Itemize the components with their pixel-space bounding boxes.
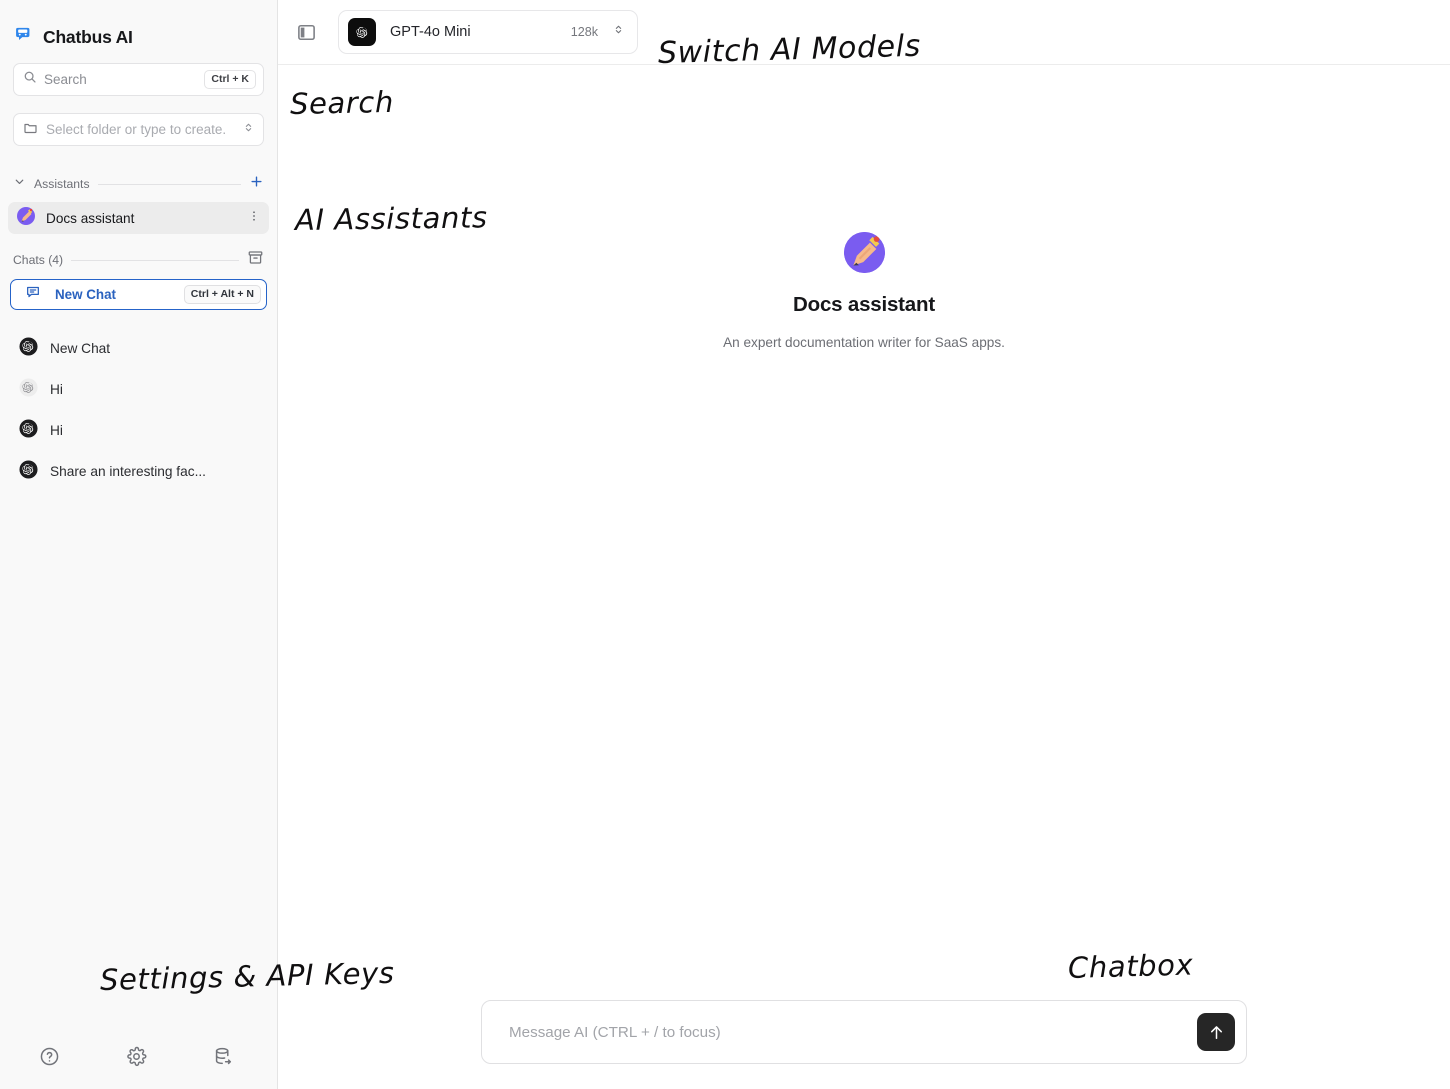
new-chat-label: New Chat — [55, 287, 117, 302]
chevron-up-down-icon — [612, 23, 625, 41]
divider — [71, 259, 239, 261]
model-selector[interactable]: GPT-4o Mini 128k — [338, 10, 638, 54]
empty-state: Docs assistant An expert documentation w… — [278, 232, 1450, 350]
list-item[interactable]: Share an interesting fac... — [0, 451, 277, 492]
search-shortcut-badge: Ctrl + K — [204, 69, 256, 90]
sidebar-item-docs-assistant[interactable]: Docs assistant — [8, 202, 269, 234]
plus-icon[interactable] — [249, 174, 264, 194]
writing-hand-avatar — [17, 206, 35, 230]
annotation-chatbox: Chatbox — [1067, 947, 1194, 985]
new-chat-button[interactable]: New Chat Ctrl + Alt + N — [10, 279, 267, 310]
brand-name: Chatbus AI — [43, 26, 133, 47]
divider — [97, 183, 241, 185]
folder-select-placeholder: Select folder or type to create. — [46, 122, 227, 137]
openai-logo-icon — [19, 418, 38, 443]
writing-hand-avatar — [843, 232, 885, 273]
chat-title: Share an interesting fac... — [50, 464, 206, 479]
sidebar-top-controls: Search Ctrl + K Select folder or type to… — [0, 56, 277, 146]
search-placeholder: Search — [44, 72, 87, 87]
new-chat-shortcut-badge: Ctrl + Alt + N — [183, 284, 261, 305]
help-circle-icon[interactable] — [38, 1045, 60, 1067]
bus-icon — [14, 25, 34, 50]
message-placeholder: Message AI (CTRL + / to focus) — [509, 1023, 721, 1041]
brand: Chatbus AI — [0, 0, 277, 56]
model-name: GPT-4o Mini — [390, 24, 471, 40]
assistant-description: An expert documentation writer for SaaS … — [723, 335, 1005, 350]
send-button[interactable] — [1197, 1013, 1235, 1051]
chats-section-header: Chats (4) — [0, 246, 277, 274]
archive-box-icon[interactable] — [247, 249, 264, 271]
assistant-name: Docs assistant — [46, 210, 135, 226]
chat-title: Hi — [50, 423, 63, 438]
chevron-up-down-icon — [242, 121, 255, 139]
openai-logo-icon — [19, 336, 38, 361]
model-context-badge: 128k — [570, 25, 598, 39]
sidebar: Chatbus AI Search Ctrl + K Select folder… — [0, 0, 278, 1089]
more-vertical-icon[interactable] — [247, 209, 261, 228]
search-input[interactable]: Search Ctrl + K — [13, 63, 264, 96]
openai-logo-icon — [19, 377, 38, 402]
assistants-label: Assistants — [34, 177, 90, 191]
composer-wrapper: Message AI (CTRL + / to focus) — [278, 1000, 1450, 1089]
message-square-icon — [25, 284, 41, 305]
folder-select[interactable]: Select folder or type to create. — [13, 113, 264, 146]
chats-label: Chats (4) — [13, 253, 64, 267]
annotation-settings-api-keys: Settings & API Keys — [99, 955, 395, 997]
assistants-section-header: Assistants — [0, 170, 277, 198]
chevron-down-icon[interactable] — [13, 175, 26, 193]
sidebar-footer — [0, 1033, 277, 1089]
search-icon — [23, 70, 37, 89]
list-item[interactable]: Hi — [0, 410, 277, 451]
annotation-search: Search — [289, 84, 395, 121]
list-item[interactable]: Hi — [0, 369, 277, 410]
openai-logo-icon — [348, 18, 376, 46]
page-title: Docs assistant — [793, 293, 935, 316]
sidebar-toggle-icon[interactable] — [292, 18, 320, 46]
list-item[interactable]: New Chat — [0, 328, 277, 369]
message-input[interactable]: Message AI (CTRL + / to focus) — [481, 1000, 1247, 1064]
chat-title: Hi — [50, 382, 63, 397]
app-window: Chatbus AI Search Ctrl + K Select folder… — [0, 0, 1450, 1089]
annotation-ai-assistants: AI Assistants — [294, 200, 488, 237]
annotation-switch-ai-models: Switch AI Models — [657, 28, 922, 71]
main-area: GPT-4o Mini 128k Docs assistant An exper… — [278, 0, 1450, 1089]
openai-logo-icon — [19, 459, 38, 484]
folder-icon — [23, 120, 38, 140]
chat-list: New Chat Hi Hi Share an interesting fac.… — [0, 328, 277, 492]
database-export-icon[interactable] — [212, 1045, 234, 1067]
chat-title: New Chat — [50, 341, 111, 356]
gear-icon[interactable] — [125, 1045, 147, 1067]
